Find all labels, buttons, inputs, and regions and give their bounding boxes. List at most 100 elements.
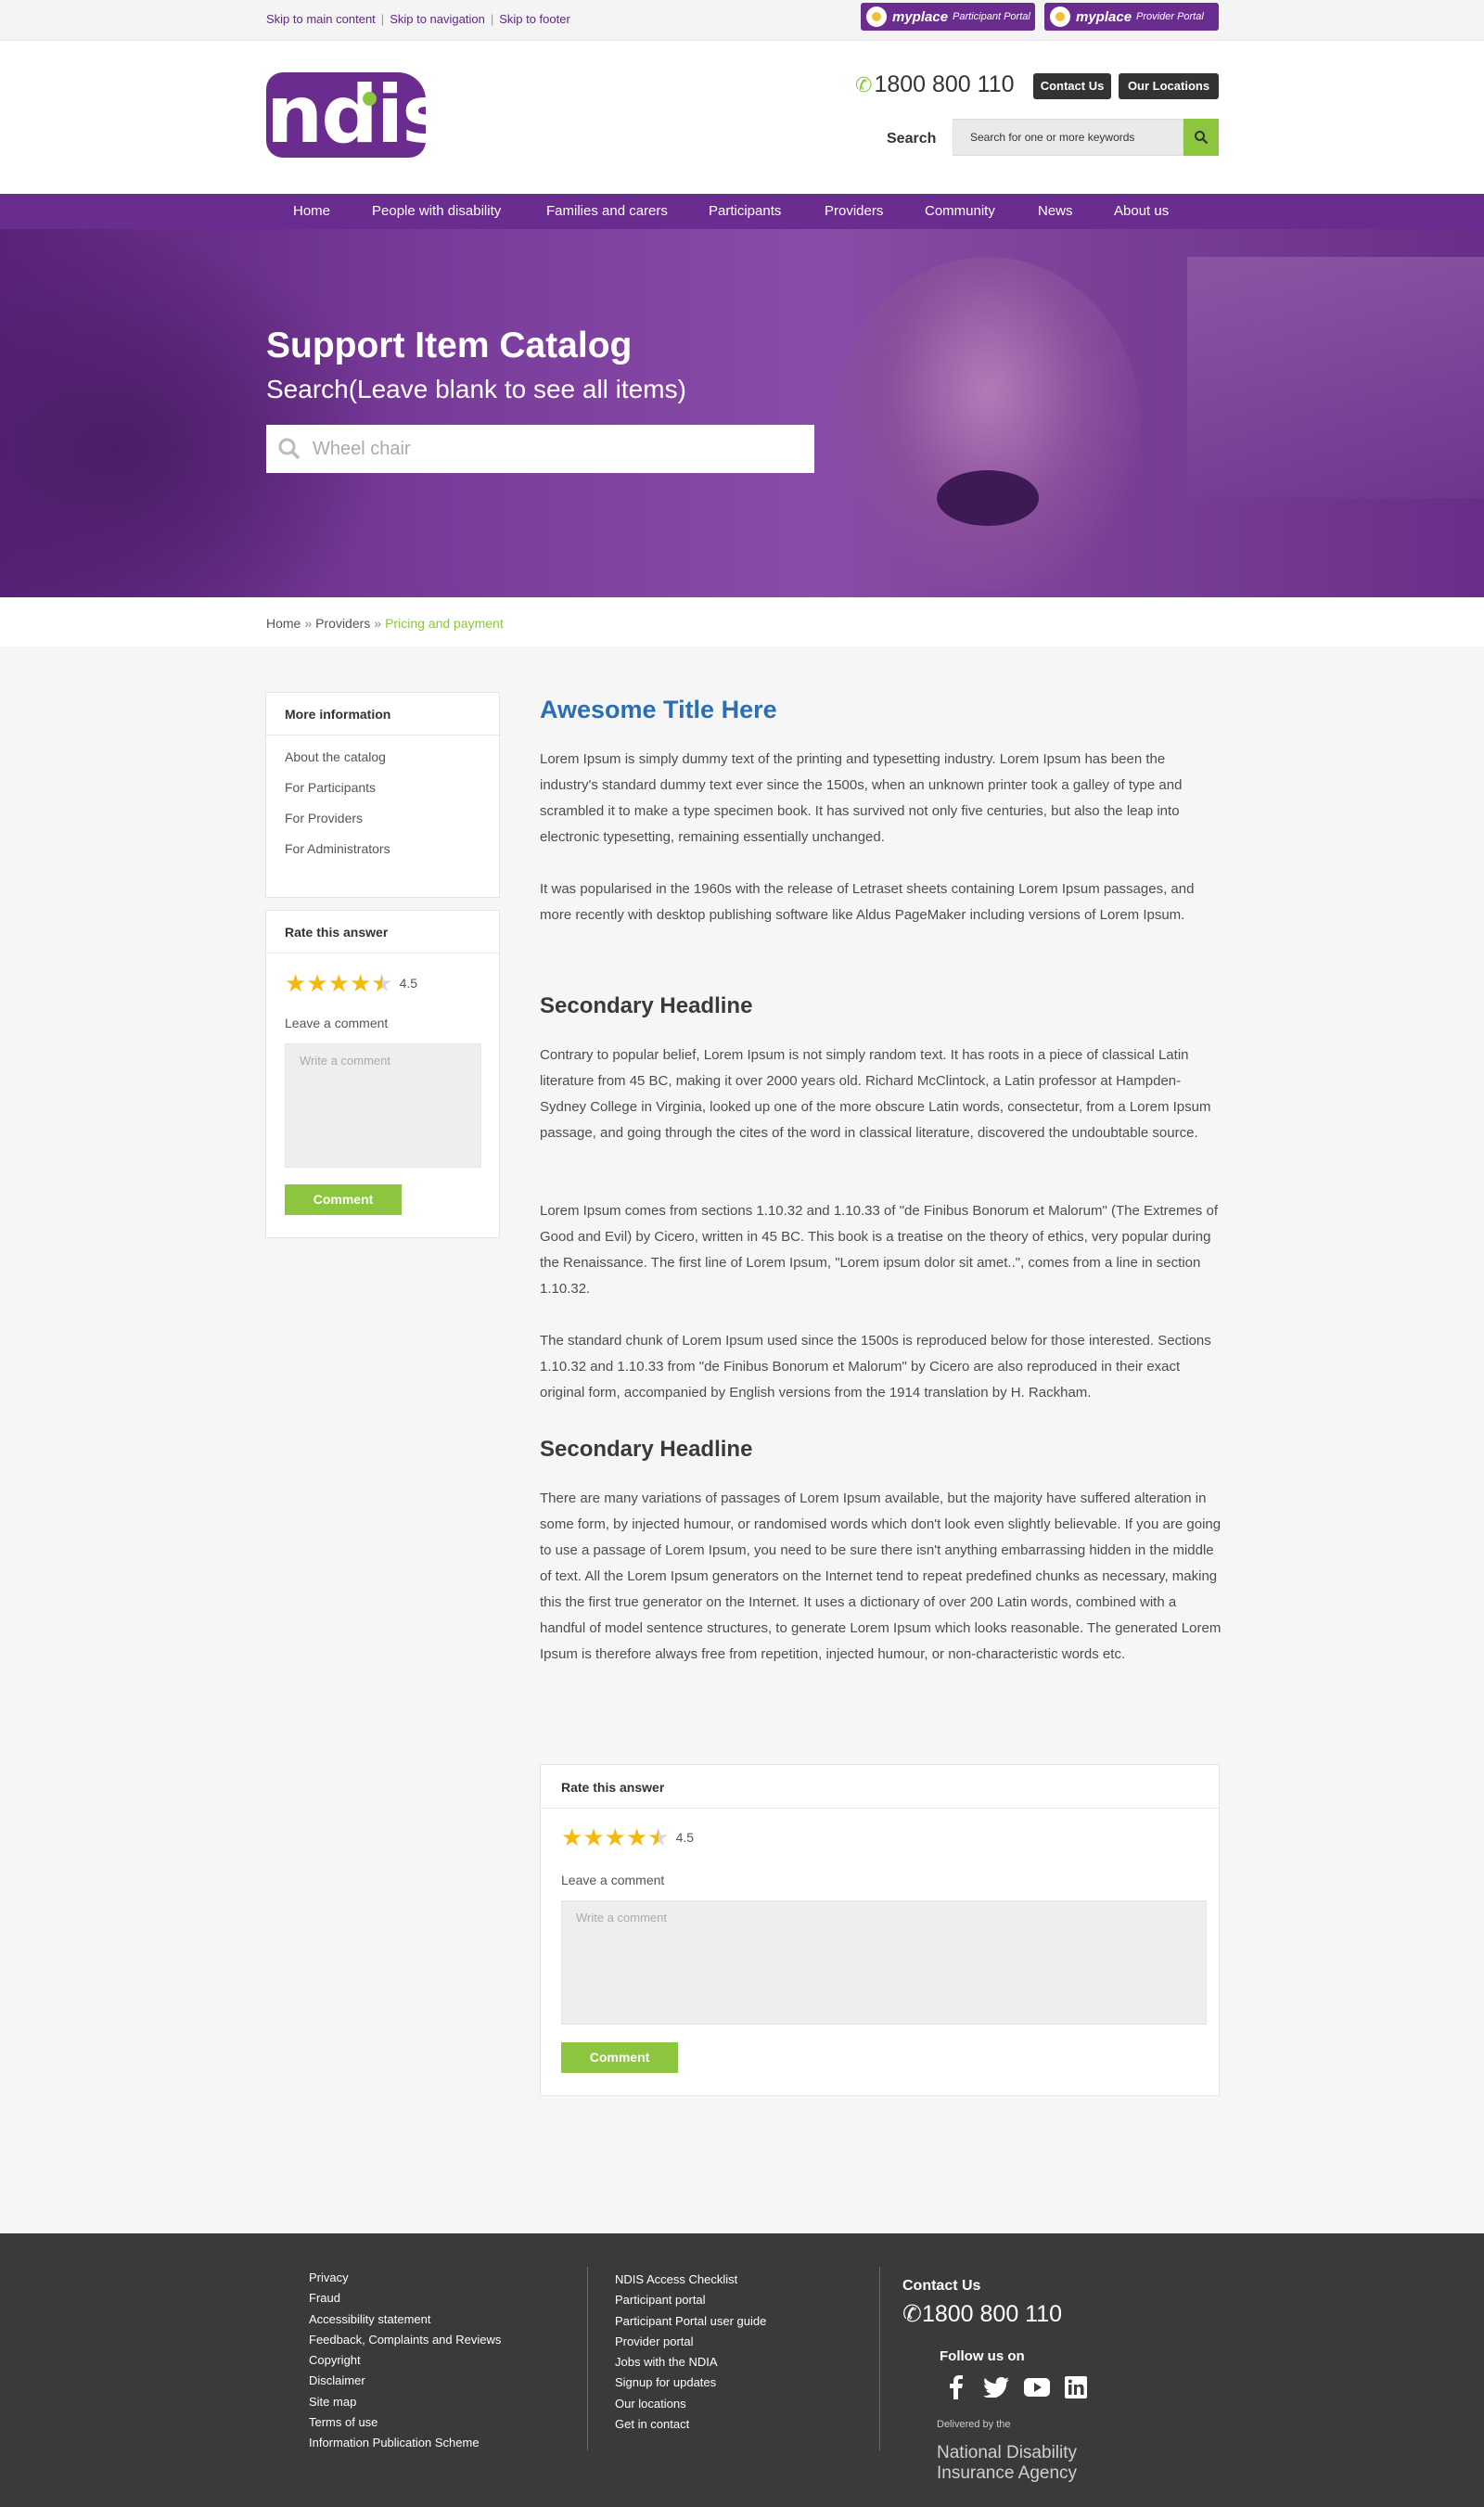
our-locations-button[interactable]: Our Locations	[1119, 73, 1219, 99]
catalog-search-input[interactable]: Wheel chair	[266, 425, 814, 473]
participant-portal-button[interactable]: myplace Participant Portal	[861, 3, 1035, 31]
bottom-comment-input[interactable]: Write a comment	[561, 1900, 1207, 2025]
twitter-icon[interactable]	[983, 2374, 1009, 2400]
sidebar-link-administrators[interactable]: For Administrators	[285, 841, 390, 856]
nav-item-families-and-carers[interactable]: Families and carers	[546, 194, 668, 229]
nav-item-providers[interactable]: Providers	[825, 194, 883, 229]
hero-house	[1187, 257, 1484, 498]
provider-portal-button[interactable]: myplace Provider Portal	[1044, 3, 1219, 31]
article-paragraph: Lorem Ipsum comes from sections 1.10.32 …	[540, 1203, 1218, 1297]
footer-link[interactable]: Participant portal	[615, 2290, 766, 2310]
star-icon[interactable]: ★	[306, 971, 327, 995]
article-paragraph: The standard chunk of Lorem Ipsum used s…	[540, 1333, 1211, 1401]
footer-links-col2: NDIS Access Checklist Participant portal…	[615, 2270, 766, 2435]
linkedin-icon[interactable]	[1063, 2374, 1089, 2400]
footer-link[interactable]: Signup for updates	[615, 2373, 766, 2393]
half-star-icon[interactable]: ★	[371, 971, 392, 995]
star-icon[interactable]: ★	[582, 1825, 604, 1849]
hero-subtitle: Search(Leave blank to see all items)	[266, 375, 686, 403]
star-icon[interactable]: ★	[605, 1825, 626, 1849]
footer-link[interactable]: Our locations	[615, 2394, 766, 2414]
youtube-icon[interactable]	[1024, 2374, 1050, 2400]
footer-phone-number: 1800 800 110	[921, 2301, 1063, 2327]
footer-link[interactable]: Privacy	[309, 2268, 501, 2288]
nav-item-community[interactable]: Community	[925, 194, 995, 229]
facebook-icon[interactable]	[943, 2374, 969, 2400]
bottom-rate-title: Rate this answer	[541, 1765, 1219, 1809]
footer-link[interactable]: NDIS Access Checklist	[615, 2270, 766, 2290]
footer-links-col1: Privacy Fraud Accessibility statement Fe…	[309, 2268, 501, 2454]
footer-phone[interactable]: ✆1800 800 110	[902, 2300, 1062, 2328]
star-icon[interactable]: ★	[350, 971, 371, 995]
footer-link[interactable]: Copyright	[309, 2350, 501, 2371]
hero-foliage	[0, 229, 390, 597]
more-info-box: More information About the catalog For P…	[265, 692, 500, 898]
article-paragraph: It was popularised in the 1960s with the…	[540, 881, 1195, 923]
utility-bar: Skip to main content | Skip to navigation |…	[0, 0, 1484, 41]
hero-banner: Support Item Catalog Search(Leave blank …	[0, 229, 1484, 597]
ndis-logo[interactable]: ndis	[266, 72, 449, 158]
breadcrumb-home[interactable]: Home	[266, 616, 301, 631]
sidebar-rating[interactable]: ★ ★ ★ ★ ★ 4.5	[285, 971, 417, 995]
sidebar-comment-input[interactable]: Write a comment	[285, 1043, 481, 1168]
bottom-comment-button[interactable]: Comment	[561, 2042, 678, 2073]
nav-item-news[interactable]: News	[1038, 194, 1073, 229]
footer-link[interactable]: Terms of use	[309, 2412, 501, 2433]
breadcrumb-current[interactable]: Pricing and payment	[385, 616, 504, 631]
bottom-comment-label: Leave a comment	[561, 1873, 665, 1887]
portal-name: myplace	[892, 8, 949, 25]
bottom-rating[interactable]: ★ ★ ★ ★ ★ 4.5	[561, 1825, 694, 1849]
portal-name: myplace	[1076, 8, 1132, 25]
agency-name-line: Insurance Agency	[937, 2463, 1078, 2483]
sidebar-link-participants[interactable]: For Participants	[285, 780, 376, 795]
hero-person-collar	[937, 470, 1039, 526]
star-icon[interactable]: ★	[328, 971, 350, 995]
nav-item-about-us[interactable]: About us	[1114, 194, 1169, 229]
search-icon	[278, 438, 301, 460]
footer-link[interactable]: Site map	[309, 2392, 501, 2412]
skip-to-main-link[interactable]: Skip to main content	[266, 12, 376, 26]
skip-to-navigation-link[interactable]: Skip to navigation	[390, 12, 485, 26]
hero-title: Support Item Catalog	[266, 326, 633, 365]
logo-text: ndis	[266, 69, 449, 161]
header-search-button[interactable]	[1183, 119, 1219, 156]
sidebar-link-providers[interactable]: For Providers	[285, 811, 363, 825]
sidebar-comment-button[interactable]: Comment	[285, 1184, 402, 1215]
nav-item-people-with-disability[interactable]: People with disability	[372, 194, 501, 229]
secondary-headline: Secondary Headline	[540, 1437, 753, 1462]
footer-link[interactable]: Accessibility statement	[309, 2309, 501, 2330]
myplace-logo-icon	[1050, 6, 1070, 27]
phone-icon: ✆	[902, 2301, 922, 2327]
footer-link[interactable]: Disclaimer	[309, 2371, 501, 2391]
footer-link[interactable]: Participant Portal user guide	[615, 2311, 766, 2332]
footer-link[interactable]: Jobs with the NDIA	[615, 2352, 766, 2373]
footer-link[interactable]: Get in contact	[615, 2414, 766, 2435]
footer-link[interactable]: Fraud	[309, 2288, 501, 2309]
agency-name[interactable]: National Disability Insurance Agency	[937, 2443, 1077, 2484]
sidebar-rate-title: Rate this answer	[266, 911, 499, 953]
site-header: ndis ✆1800 800 110 Contact Us Our Locati…	[0, 41, 1484, 194]
footer-link[interactable]: Provider portal	[615, 2332, 766, 2352]
breadcrumb-providers[interactable]: Providers	[315, 616, 370, 631]
page: Skip to main content | Skip to navigation |…	[0, 0, 1484, 2507]
nav-item-home[interactable]: Home	[293, 194, 330, 229]
skip-to-footer-link[interactable]: Skip to footer	[499, 12, 570, 26]
header-phone[interactable]: ✆1800 800 110	[855, 71, 1015, 98]
star-icon[interactable]: ★	[561, 1825, 582, 1849]
footer-contact-title: Contact Us	[902, 2278, 981, 2294]
secondary-headline: Secondary Headline	[540, 993, 753, 1018]
article-title: Awesome Title Here	[540, 696, 777, 723]
footer-link[interactable]: Feedback, Complaints and Reviews	[309, 2330, 501, 2350]
article-paragraph: Contrary to popular belief, Lorem Ipsum …	[540, 1047, 1211, 1141]
star-icon[interactable]: ★	[626, 1825, 647, 1849]
main-nav: Home People with disability Families and…	[0, 194, 1484, 229]
header-search-input[interactable]: Search for one or more keywords	[953, 119, 1183, 156]
star-icon[interactable]: ★	[285, 971, 306, 995]
delivered-by-label: Delivered by the	[937, 2419, 1011, 2430]
half-star-icon[interactable]: ★	[647, 1825, 669, 1849]
skip-links: Skip to main content | Skip to navigation |…	[266, 12, 570, 26]
contact-us-button[interactable]: Contact Us	[1033, 73, 1111, 99]
sidebar-link-about-catalog[interactable]: About the catalog	[285, 749, 386, 764]
nav-item-participants[interactable]: Participants	[709, 194, 781, 229]
footer-link[interactable]: Information Publication Scheme	[309, 2433, 501, 2453]
